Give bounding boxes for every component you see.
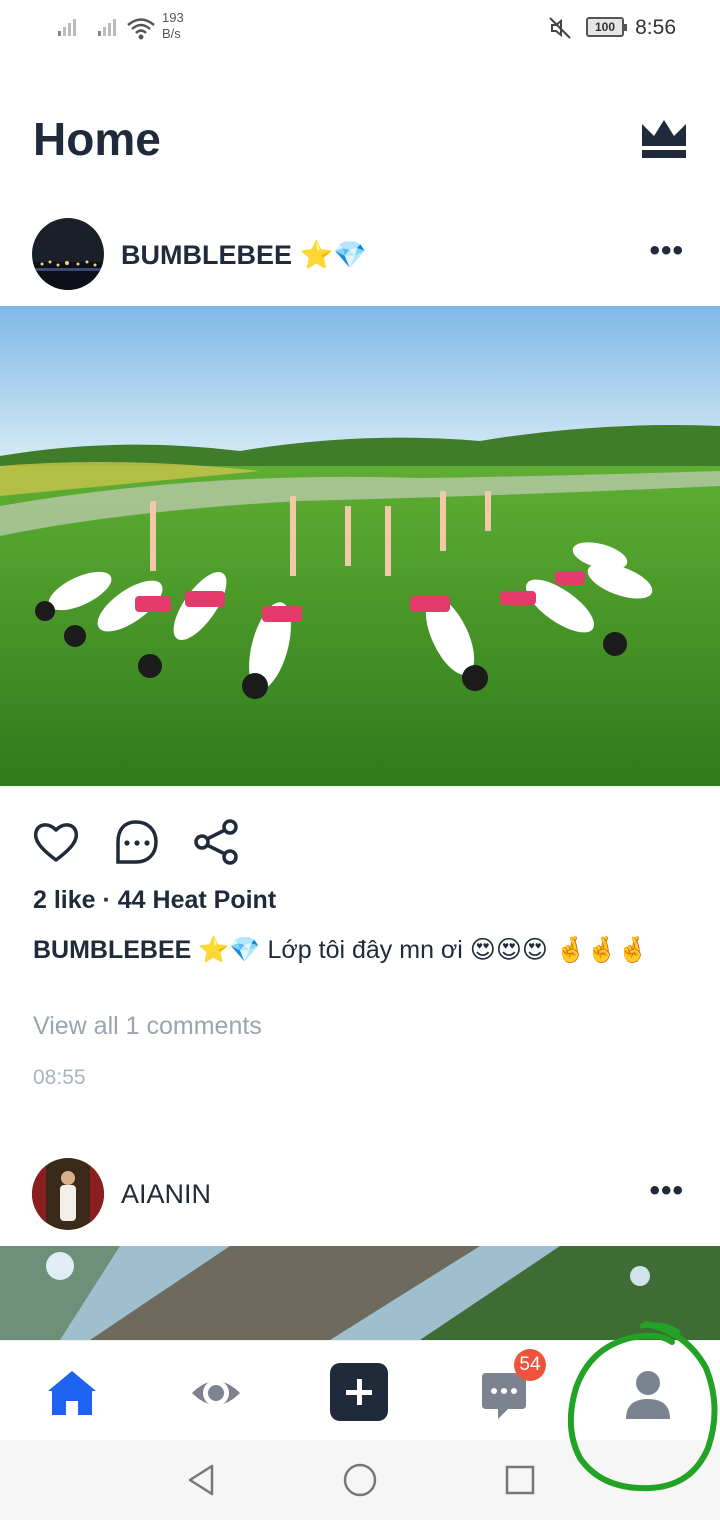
caption-text: Lớp tôi đây mn ơi 😍😍😍 🤞🤞🤞 xyxy=(260,936,649,964)
net-speed-value: 193 xyxy=(162,10,184,25)
page-title: Home xyxy=(33,113,161,165)
post-header: BUMBLEBEE ⭐💎 ••• xyxy=(0,216,720,296)
wifi-icon xyxy=(127,18,155,40)
post-username[interactable]: BUMBLEBEE ⭐💎 xyxy=(121,239,367,271)
home-icon[interactable] xyxy=(42,1363,102,1423)
caption-username[interactable]: BUMBLEBEE ⭐💎 xyxy=(33,936,261,964)
crown-icon[interactable] xyxy=(640,116,688,160)
view-comments-link[interactable]: View all 1 comments xyxy=(33,1012,262,1041)
more-options-icon[interactable]: ••• xyxy=(649,234,684,268)
avatar[interactable] xyxy=(32,1158,104,1230)
home-circle-icon[interactable] xyxy=(342,1462,378,1498)
eye-icon[interactable] xyxy=(186,1363,246,1423)
post-header: AIANIN ••• xyxy=(0,1156,720,1236)
profile-icon[interactable] xyxy=(618,1363,678,1423)
create-post-button[interactable] xyxy=(330,1363,388,1421)
comment-icon[interactable] xyxy=(112,818,160,866)
net-speed: 193 B/s xyxy=(162,10,184,42)
messages-badge: 54 xyxy=(514,1349,546,1381)
signal-icon xyxy=(58,19,76,36)
like-heart-icon[interactable] xyxy=(32,818,80,866)
status-bar: 193 B/s 100 8:56 xyxy=(0,0,720,56)
mute-icon xyxy=(549,17,571,39)
post-stats: 2 like · 44 Heat Point xyxy=(33,886,277,914)
bottom-navigation: 54 xyxy=(0,1340,720,1440)
post-username[interactable]: AIANIN xyxy=(121,1179,211,1210)
plus-icon xyxy=(346,1379,372,1405)
recents-square-icon[interactable] xyxy=(504,1464,536,1496)
back-triangle-icon[interactable] xyxy=(184,1462,218,1498)
post-photo[interactable] xyxy=(0,1246,720,1340)
post-photo[interactable] xyxy=(0,306,720,786)
system-navigation-bar xyxy=(0,1440,720,1520)
more-options-icon[interactable]: ••• xyxy=(649,1174,684,1208)
post-caption: BUMBLEBEE ⭐💎 Lớp tôi đây mn ơi 😍😍😍 🤞🤞🤞 xyxy=(33,930,693,970)
clock: 8:56 xyxy=(635,16,676,39)
battery-indicator: 100 xyxy=(586,17,627,37)
signal-icon xyxy=(98,19,116,36)
post-timestamp: 08:55 xyxy=(33,1066,86,1089)
net-speed-unit: B/s xyxy=(162,26,181,41)
share-icon[interactable] xyxy=(192,818,240,866)
avatar[interactable] xyxy=(32,218,104,290)
